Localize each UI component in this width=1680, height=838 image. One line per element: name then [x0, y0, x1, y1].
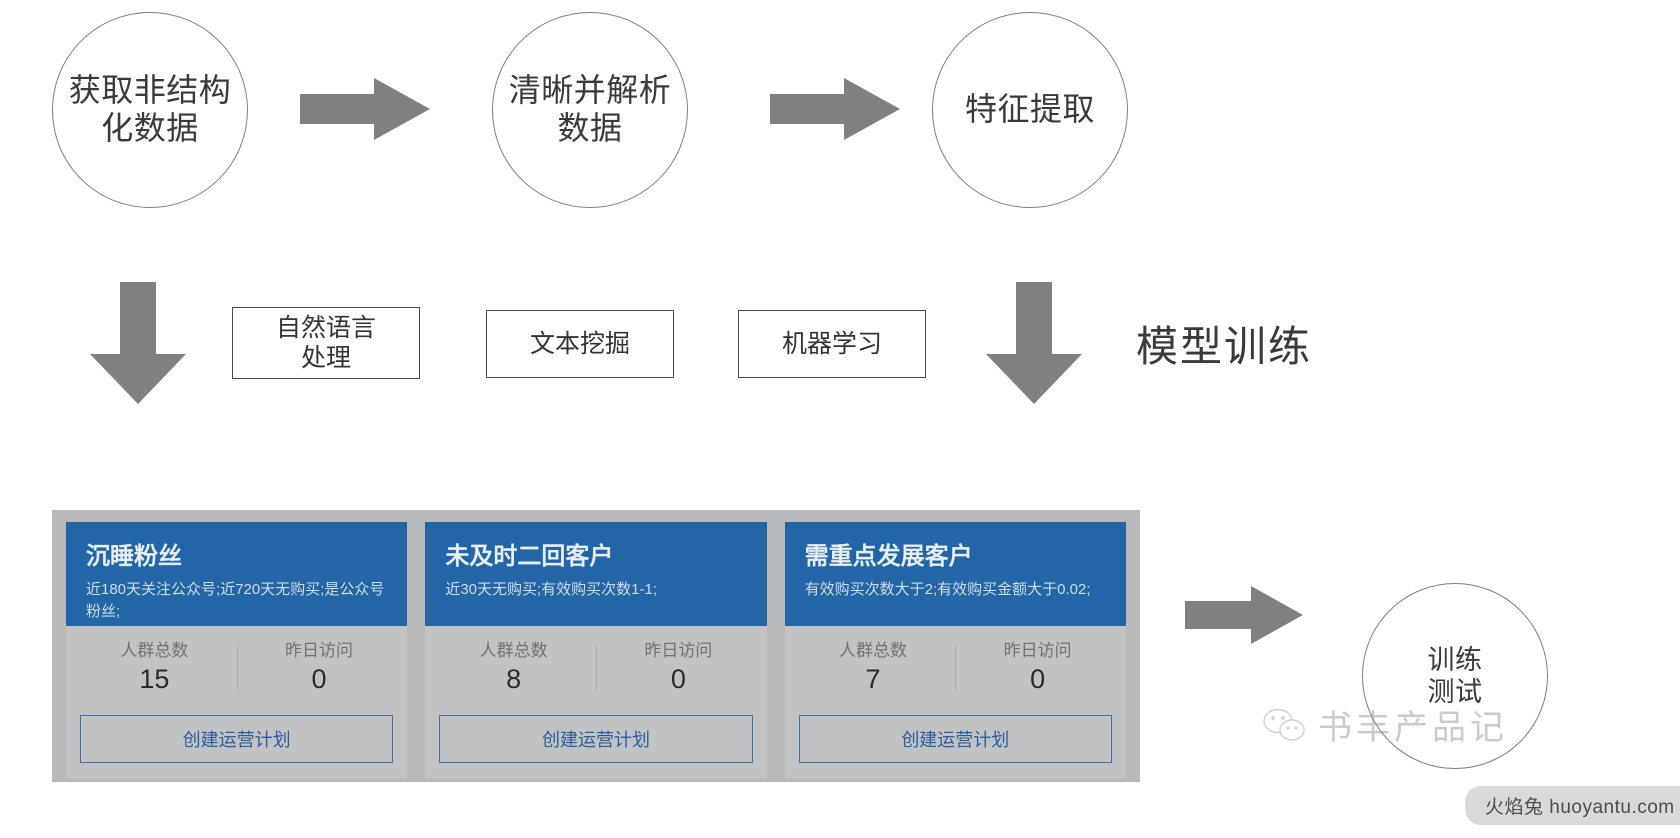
stat-total-label: 人群总数 [479, 641, 548, 660]
arrow-down-icon [986, 282, 1082, 404]
crowd-card-description: 近180天关注公众号;近720天无购买;是公众号粉丝; [86, 581, 385, 621]
arrow-right-icon [300, 78, 430, 140]
flow-circle-feature-label: 特征提取 [964, 91, 1095, 128]
arrow-right-icon [1185, 586, 1303, 644]
crowd-card: 未及时二回客户 近30天无购买;有效购买次数1-1; 人群总数 8 昨日访问 0… [425, 522, 767, 779]
stat-total-value: 7 [865, 663, 881, 694]
stat-total: 人群总数 15 [72, 639, 237, 697]
flow-circle-parse-label: 清晰并解析 数据 [508, 72, 672, 146]
tech-box-machine-learning: 机器学习 [738, 310, 926, 378]
stat-total-value: 15 [139, 663, 170, 694]
tech-box-text-mining: 文本挖掘 [486, 310, 674, 378]
stat-yesterday-value: 0 [311, 663, 327, 694]
stat-yesterday-label: 昨日访问 [644, 641, 713, 660]
stat-total: 人群总数 7 [791, 639, 956, 697]
arrow-right-icon [770, 78, 900, 140]
stat-yesterday-label: 昨日访问 [1003, 641, 1072, 660]
crowd-card-description: 有效购买次数大于2;有效购买金额大于0.02; [804, 581, 1091, 599]
stat-yesterday-value: 0 [670, 663, 686, 694]
crowd-card-footer: 创建运营计划 [425, 704, 767, 779]
create-operation-plan-button[interactable]: 创建运营计划 [80, 714, 394, 763]
flow-circle-acquire-label: 获取非结构 化数据 [68, 72, 232, 146]
crowd-card-title: 需重点发展客户 [804, 543, 973, 570]
watermark: 书丰产品记 [1262, 700, 1508, 749]
site-badge: 火焰兔 huoyantu.com [1465, 786, 1680, 825]
model-training-label: 模型训练 [1136, 323, 1313, 370]
stat-yesterday: 昨日访问 0 [955, 639, 1120, 697]
crowd-card-header: 需重点发展客户 有效购买次数大于2;有效购买金额大于0.02; [784, 522, 1126, 626]
crowd-card-header: 未及时二回客户 近30天无购买;有效购买次数1-1; [425, 522, 767, 626]
stat-total-label: 人群总数 [838, 641, 907, 660]
tech-box-text-mining-label: 文本挖掘 [529, 329, 630, 358]
stat-total-label: 人群总数 [120, 641, 189, 660]
crowd-card-title: 沉睡粉丝 [86, 543, 182, 570]
stat-total-value: 8 [506, 663, 522, 694]
tech-box-nlp-label: 自然语言 处理 [275, 313, 376, 373]
tech-box-machine-learning-label: 机器学习 [781, 329, 882, 358]
stat-yesterday: 昨日访问 0 [236, 639, 402, 697]
diagram-canvas: 获取非结构 化数据 清晰并解析 数据 特征提取 自然语言 处理 文本挖掘 机器学… [0, 0, 1680, 838]
crowd-card-title: 未及时二回客户 [445, 543, 614, 570]
crowd-card: 需重点发展客户 有效购买次数大于2;有效购买金额大于0.02; 人群总数 7 昨… [784, 522, 1126, 779]
flow-circle-feature-extraction: 特征提取 [932, 12, 1128, 208]
watermark-account-name: 书丰产品记 [1318, 709, 1508, 747]
crowd-card-footer: 创建运营计划 [66, 704, 408, 779]
stat-yesterday-value: 0 [1030, 663, 1046, 694]
crowd-card-stats: 人群总数 7 昨日访问 0 [784, 626, 1126, 705]
stat-total: 人群总数 8 [431, 639, 596, 697]
crowd-card-header: 沉睡粉丝 近180天关注公众号;近720天无购买;是公众号粉丝; [66, 522, 408, 626]
crowd-card-description: 近30天无购买;有效购买次数1-1; [445, 581, 658, 599]
crowd-card-stats: 人群总数 15 昨日访问 0 [66, 626, 408, 705]
tech-box-nlp: 自然语言 处理 [232, 307, 420, 379]
flow-circle-acquire-data: 获取非结构 化数据 [52, 12, 248, 208]
create-operation-plan-button[interactable]: 创建运营计划 [439, 714, 753, 763]
wechat-icon [1262, 707, 1308, 743]
stat-yesterday-label: 昨日访问 [285, 641, 353, 660]
crowd-card-footer: 创建运营计划 [784, 704, 1126, 779]
create-operation-plan-button[interactable]: 创建运营计划 [798, 714, 1112, 763]
arrow-down-icon [90, 282, 186, 404]
crowd-card: 沉睡粉丝 近180天关注公众号;近720天无购买;是公众号粉丝; 人群总数 15… [66, 522, 408, 779]
crowd-card-stats: 人群总数 8 昨日访问 0 [425, 626, 767, 705]
crowd-panel: 沉睡粉丝 近180天关注公众号;近720天无购买;是公众号粉丝; 人群总数 15… [52, 510, 1140, 782]
flow-circle-train-test-label: 训练 测试 [1427, 644, 1483, 707]
flow-circle-parse-data: 清晰并解析 数据 [492, 12, 688, 208]
stat-yesterday: 昨日访问 0 [596, 639, 761, 697]
